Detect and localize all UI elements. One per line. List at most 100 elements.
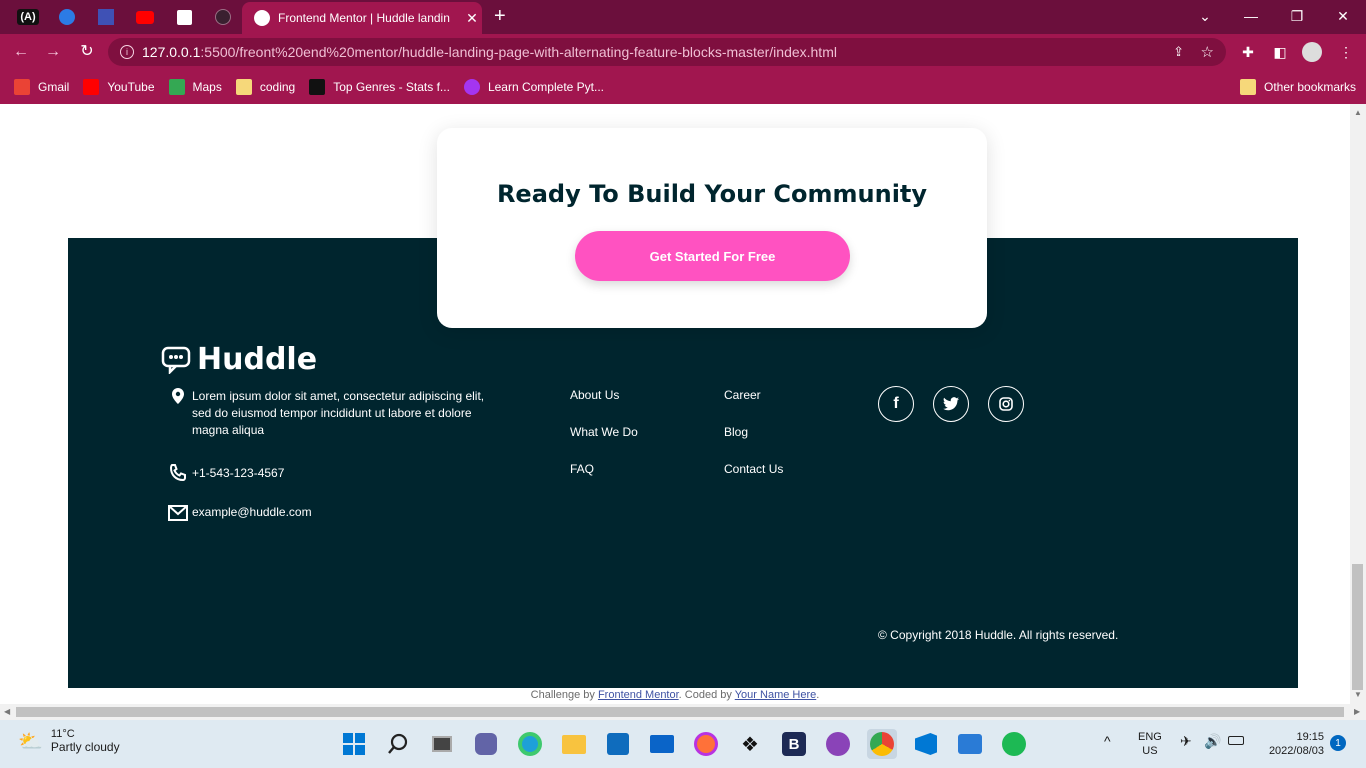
weather-widget[interactable]: ⛅ 11°C Partly cloudy (18, 728, 120, 754)
facebook-icon: f (893, 395, 899, 412)
scroll-down-icon[interactable]: ▼ (1354, 690, 1362, 699)
vertical-scroll-thumb[interactable] (1352, 564, 1363, 690)
clock[interactable]: 19:15 2022/08/03 (1256, 730, 1324, 758)
stats-icon (309, 79, 326, 95)
spotify-button[interactable] (999, 729, 1029, 759)
tab-search-icon[interactable]: ⌄ (1182, 0, 1228, 32)
pinned-tab-page[interactable] (170, 5, 198, 29)
site-info-icon[interactable]: i (120, 45, 134, 59)
get-started-button[interactable]: Get Started For Free (575, 231, 850, 281)
edge-button[interactable] (515, 729, 545, 759)
task-view-button[interactable] (427, 729, 457, 759)
browser-toolbar: ← → ↻ i 127.0.0.1:5500/freont%20end%20me… (0, 34, 1366, 70)
link-career[interactable]: Career (724, 388, 761, 402)
bookmark-star-icon[interactable]: ☆ (1201, 43, 1214, 61)
link-contact-us[interactable]: Contact Us (724, 462, 783, 476)
scroll-left-icon[interactable]: ◀ (4, 707, 10, 716)
task-view-icon (432, 736, 452, 752)
teams-chat-button[interactable] (471, 729, 501, 759)
github-desktop-button[interactable] (823, 729, 853, 759)
address-bar[interactable]: i 127.0.0.1:5500/freont%20end%20mentor/h… (108, 38, 1226, 66)
author-link[interactable]: Your Name Here (735, 689, 817, 701)
phone-text: +1-543-123-4567 (192, 465, 285, 480)
bookmark-coding[interactable]: coding (235, 79, 295, 95)
horizontal-scrollbar[interactable]: ◀ ▶ (0, 704, 1366, 720)
search-button[interactable] (383, 729, 413, 759)
logo-wordmark: Huddle (197, 342, 318, 377)
windows-taskbar: ⛅ 11°C Partly cloudy ❖ B ^ ENG US ✈ 🔊 19… (0, 720, 1366, 768)
tab-active[interactable]: Frontend Mentor | Huddle landin ✕ (242, 2, 482, 34)
profile-avatar[interactable] (1302, 42, 1322, 62)
extensions-icon[interactable]: ✚ (1238, 42, 1258, 62)
pinned-tab-blue[interactable] (92, 5, 120, 29)
tray-overflow-icon[interactable]: ^ (1104, 734, 1111, 748)
forward-icon[interactable]: → (42, 42, 64, 62)
frontend-mentor-link[interactable]: Frontend Mentor (598, 689, 679, 701)
horizontal-scroll-thumb[interactable] (16, 707, 1344, 717)
share-icon[interactable]: ⇪ (1173, 44, 1184, 60)
scroll-right-icon[interactable]: ▶ (1354, 707, 1360, 716)
back-icon[interactable]: ← (10, 42, 32, 62)
volume-icon[interactable]: 🔊 (1204, 734, 1221, 748)
bookmark-gmail[interactable]: Gmail (14, 79, 69, 95)
youtube-icon (83, 79, 100, 95)
side-panel-icon[interactable]: ◧ (1270, 42, 1290, 62)
vscode-button[interactable] (911, 729, 941, 759)
pinned-tab-app[interactable] (53, 5, 81, 29)
store-icon (607, 733, 629, 755)
notification-badge[interactable]: 1 (1330, 735, 1346, 751)
url-host: 127.0.0.1 (142, 44, 201, 60)
photos-button[interactable] (955, 729, 985, 759)
bookmark-maps[interactable]: Maps (168, 79, 222, 95)
pinned-tab-angular[interactable]: (A) (14, 5, 42, 29)
address-text: Lorem ipsum dolor sit amet, consectetur … (192, 389, 485, 437)
reload-icon[interactable]: ↻ (76, 42, 98, 62)
battery-icon[interactable] (1228, 736, 1244, 745)
bookmark-top-genres[interactable]: Top Genres - Stats f... (309, 79, 450, 95)
mail-button[interactable] (647, 729, 677, 759)
chrome-icon (870, 732, 894, 756)
twitter-link[interactable] (933, 386, 969, 422)
footer-logo[interactable]: Huddle (161, 342, 317, 377)
maps-icon (168, 79, 185, 95)
pinned-tab-github[interactable] (209, 5, 237, 29)
instagram-icon (999, 397, 1013, 411)
firefox-button[interactable] (691, 729, 721, 759)
vertical-scrollbar[interactable]: ▲ ▼ (1350, 104, 1366, 704)
bookmark-learn-python[interactable]: Learn Complete Pyt... (463, 79, 604, 95)
airplane-mode-icon[interactable]: ✈ (1180, 734, 1192, 748)
language-indicator[interactable]: ENG US (1138, 730, 1162, 758)
link-blog[interactable]: Blog (724, 425, 748, 439)
folder-icon (562, 734, 586, 754)
square-icon (98, 9, 114, 25)
attribution: Challenge by Frontend Mentor. Coded by Y… (530, 689, 820, 701)
link-what-we-do[interactable]: What We Do (570, 425, 638, 439)
chrome-button[interactable] (867, 729, 897, 759)
instagram-link[interactable] (988, 386, 1024, 422)
close-window-button[interactable]: ✕ (1320, 0, 1366, 32)
store-button[interactable] (603, 729, 633, 759)
restore-button[interactable]: ❐ (1274, 0, 1320, 32)
bookmark-other[interactable]: Other bookmarks (1240, 79, 1356, 95)
link-about-us[interactable]: About Us (570, 388, 619, 402)
footer-phone: +1-543-123-4567 (164, 463, 284, 483)
bookmark-youtube[interactable]: YouTube (83, 79, 155, 95)
file-explorer-button[interactable] (559, 729, 589, 759)
folder-icon (235, 79, 252, 95)
facebook-link[interactable]: f (878, 386, 914, 422)
edge-icon (518, 732, 542, 756)
github-icon (826, 732, 850, 756)
phone-icon (169, 464, 186, 482)
new-tab-button[interactable]: + (494, 6, 506, 26)
link-faq[interactable]: FAQ (570, 462, 594, 476)
start-button[interactable] (339, 729, 369, 759)
close-tab-icon[interactable]: ✕ (462, 10, 482, 27)
pinned-tab-youtube[interactable] (131, 5, 159, 29)
page-icon (176, 9, 192, 25)
minimize-button[interactable]: — (1228, 0, 1274, 32)
envelope-icon (168, 504, 188, 521)
scroll-up-icon[interactable]: ▲ (1354, 108, 1362, 117)
bootstrap-button[interactable]: B (779, 729, 809, 759)
dropbox-button[interactable]: ❖ (735, 729, 765, 759)
menu-icon[interactable]: ⋮ (1336, 42, 1356, 62)
